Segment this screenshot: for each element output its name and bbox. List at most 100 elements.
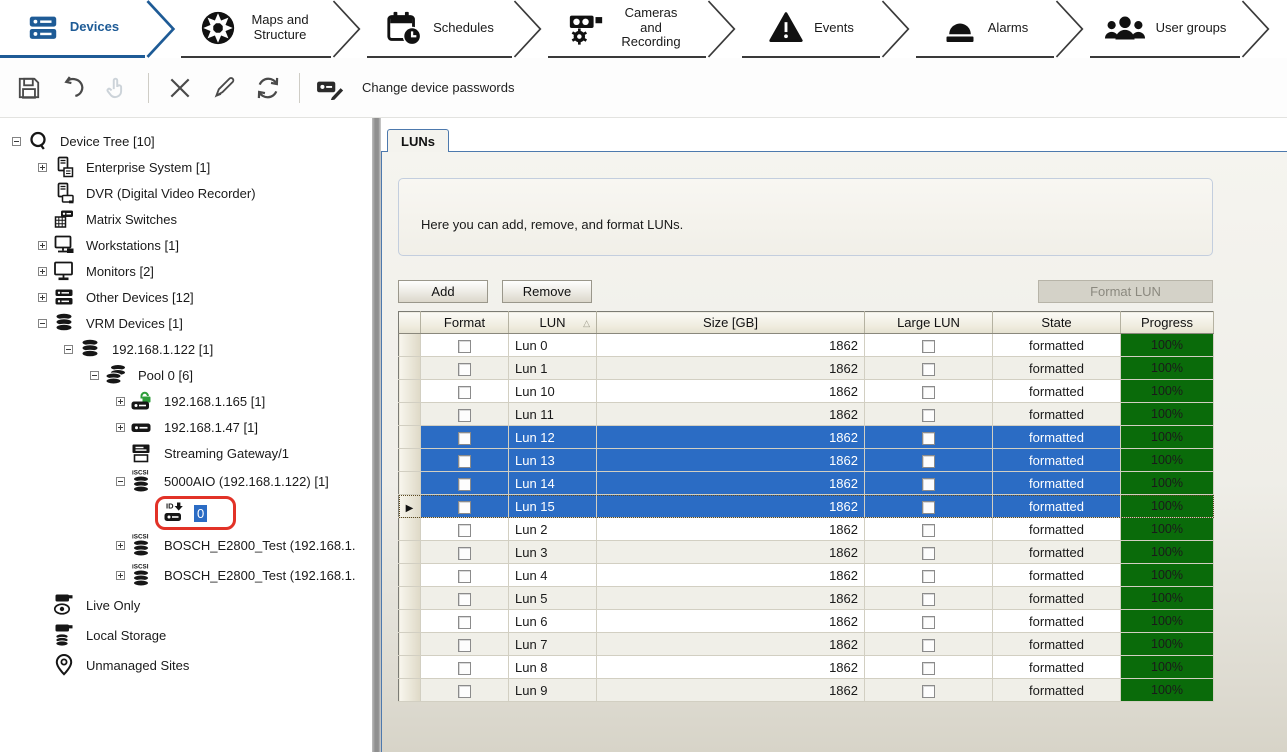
large-lun-checkbox[interactable] <box>922 616 935 629</box>
table-row[interactable]: Lun 61862formatted100% <box>399 610 1214 633</box>
change-device-passwords-icon[interactable] <box>312 69 350 107</box>
tree-item[interactable]: Streaming Gateway/1 <box>4 440 372 466</box>
large-lun-cell[interactable] <box>865 357 993 380</box>
column-header-large-lun[interactable]: Large LUN <box>865 312 993 334</box>
row-selector[interactable] <box>399 587 421 610</box>
format-checkbox[interactable] <box>458 478 471 491</box>
size-cell[interactable]: 1862 <box>597 334 865 357</box>
lun-name-cell[interactable]: Lun 2 <box>509 518 597 541</box>
row-selector[interactable] <box>399 679 421 702</box>
table-row[interactable]: Lun 141862formatted100% <box>399 472 1214 495</box>
remove-button[interactable]: Remove <box>502 280 592 303</box>
tree-item[interactable]: iSCSIBOSCH_E2800_Test (192.168.1. <box>4 560 372 590</box>
size-cell[interactable]: 1862 <box>597 633 865 656</box>
row-selector[interactable] <box>399 541 421 564</box>
large-lun-checkbox[interactable] <box>922 432 935 445</box>
lun-name-cell[interactable]: Lun 3 <box>509 541 597 564</box>
large-lun-cell[interactable] <box>865 633 993 656</box>
size-cell[interactable]: 1862 <box>597 564 865 587</box>
table-row[interactable]: Lun 11862formatted100% <box>399 357 1214 380</box>
column-header-state[interactable]: State <box>993 312 1121 334</box>
tree-expander-plus-icon[interactable] <box>34 241 51 250</box>
tree-item[interactable]: Other Devices [12] <box>4 284 372 310</box>
row-selector[interactable] <box>399 334 421 357</box>
row-selector[interactable] <box>399 610 421 633</box>
table-row[interactable]: Lun 111862formatted100% <box>399 403 1214 426</box>
format-cell[interactable] <box>421 334 509 357</box>
column-header-lun[interactable]: LUN△ <box>509 312 597 334</box>
size-cell[interactable]: 1862 <box>597 518 865 541</box>
table-row[interactable]: Lun 51862formatted100% <box>399 587 1214 610</box>
large-lun-cell[interactable] <box>865 564 993 587</box>
format-checkbox[interactable] <box>458 432 471 445</box>
large-lun-cell[interactable] <box>865 380 993 403</box>
format-cell[interactable] <box>421 357 509 380</box>
row-selector[interactable] <box>399 357 421 380</box>
tree-item[interactable]: ID0 <box>4 496 372 530</box>
refresh-button[interactable] <box>249 69 287 107</box>
size-cell[interactable]: 1862 <box>597 587 865 610</box>
tree-item[interactable]: 192.168.1.165 [1] <box>4 388 372 414</box>
tree-expander-plus-icon[interactable] <box>112 423 129 432</box>
large-lun-cell[interactable] <box>865 541 993 564</box>
format-checkbox[interactable] <box>458 340 471 353</box>
format-cell[interactable] <box>421 587 509 610</box>
column-header-size-gb-[interactable]: Size [GB] <box>597 312 865 334</box>
format-cell[interactable] <box>421 610 509 633</box>
large-lun-checkbox[interactable] <box>922 570 935 583</box>
lun-name-cell[interactable]: Lun 6 <box>509 610 597 633</box>
size-cell[interactable]: 1862 <box>597 472 865 495</box>
format-cell[interactable] <box>421 633 509 656</box>
row-selector[interactable] <box>399 403 421 426</box>
format-cell[interactable] <box>421 495 509 518</box>
format-checkbox[interactable] <box>458 409 471 422</box>
tree-expander-plus-icon[interactable] <box>34 293 51 302</box>
large-lun-cell[interactable] <box>865 403 993 426</box>
format-cell[interactable] <box>421 403 509 426</box>
format-cell[interactable] <box>421 518 509 541</box>
format-checkbox[interactable] <box>458 662 471 675</box>
lun-name-cell[interactable]: Lun 5 <box>509 587 597 610</box>
large-lun-cell[interactable] <box>865 495 993 518</box>
tree-item[interactable]: 192.168.1.47 [1] <box>4 414 372 440</box>
table-row[interactable]: Lun 81862formatted100% <box>399 656 1214 679</box>
tab-maps-and-structure[interactable]: Maps and Structure <box>181 0 331 58</box>
tree-item[interactable]: Workstations [1] <box>4 232 372 258</box>
save-button[interactable] <box>10 69 48 107</box>
delete-button[interactable] <box>161 69 199 107</box>
large-lun-checkbox[interactable] <box>922 685 935 698</box>
row-selector[interactable] <box>399 449 421 472</box>
size-cell[interactable]: 1862 <box>597 495 865 518</box>
size-cell[interactable]: 1862 <box>597 357 865 380</box>
table-row[interactable]: Lun 41862formatted100% <box>399 564 1214 587</box>
format-cell[interactable] <box>421 564 509 587</box>
large-lun-checkbox[interactable] <box>922 363 935 376</box>
tree-expander-minus-icon[interactable] <box>8 137 25 146</box>
large-lun-checkbox[interactable] <box>922 501 935 514</box>
format-checkbox[interactable] <box>458 524 471 537</box>
add-button[interactable]: Add <box>398 280 488 303</box>
lun-name-cell[interactable]: Lun 8 <box>509 656 597 679</box>
undo-button[interactable] <box>54 69 92 107</box>
large-lun-cell[interactable] <box>865 679 993 702</box>
tree-item[interactable]: Pool 0 [6] <box>4 362 372 388</box>
large-lun-checkbox[interactable] <box>922 639 935 652</box>
large-lun-cell[interactable] <box>865 610 993 633</box>
tree-main-splitter[interactable] <box>372 118 381 752</box>
column-header-format[interactable]: Format <box>421 312 509 334</box>
format-cell[interactable] <box>421 679 509 702</box>
lun-name-cell[interactable]: Lun 9 <box>509 679 597 702</box>
lun-name-cell[interactable]: Lun 4 <box>509 564 597 587</box>
tab-alarms[interactable]: Alarms <box>916 0 1054 58</box>
lun-name-cell[interactable]: Lun 7 <box>509 633 597 656</box>
large-lun-checkbox[interactable] <box>922 547 935 560</box>
large-lun-checkbox[interactable] <box>922 478 935 491</box>
tree-item[interactable]: Local Storage <box>4 620 372 650</box>
tree-item[interactable]: Matrix Switches <box>4 206 372 232</box>
large-lun-checkbox[interactable] <box>922 386 935 399</box>
format-cell[interactable] <box>421 656 509 679</box>
lun-name-cell[interactable]: Lun 0 <box>509 334 597 357</box>
table-row[interactable]: Lun 91862formatted100% <box>399 679 1214 702</box>
table-row[interactable]: Lun 71862formatted100% <box>399 633 1214 656</box>
tree-expander-plus-icon[interactable] <box>34 267 51 276</box>
